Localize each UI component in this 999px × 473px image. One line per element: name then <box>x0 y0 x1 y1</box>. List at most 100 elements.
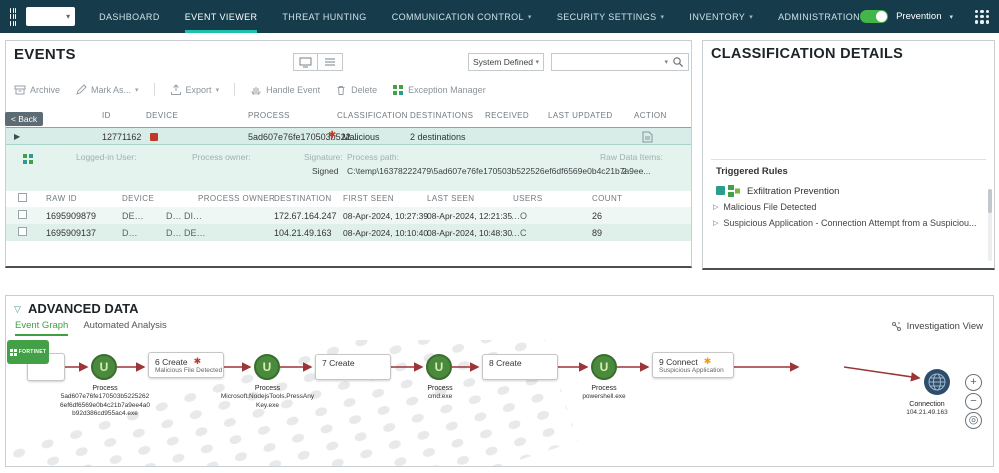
events-table-header: ID DEVICE PROCESS CLASSIFICATION DESTINA… <box>6 111 691 127</box>
tab-event-graph[interactable]: Event Graph <box>15 320 69 336</box>
connection-node[interactable] <box>924 369 950 395</box>
col-id[interactable]: ID <box>102 111 111 120</box>
row-checkbox[interactable] <box>18 210 27 219</box>
raw-device: DE… <box>122 211 144 221</box>
rule-group-label: Exfiltration Prevention <box>747 185 840 197</box>
raw-destination: 104.21.49.163 <box>274 228 332 238</box>
zoom-out-button[interactable]: − <box>965 393 982 410</box>
col-action[interactable]: ACTION <box>634 111 667 120</box>
raw-id: 1695909137 <box>46 228 97 238</box>
pencil-icon <box>76 83 87 95</box>
raw-users: …C <box>511 228 527 238</box>
malicious-icon: ✱ <box>193 356 202 366</box>
app-logo-icon[interactable] <box>10 7 17 26</box>
tab-automated-analysis[interactable]: Automated Analysis <box>83 320 166 336</box>
nav-label: INVENTORY <box>689 11 746 22</box>
process-node[interactable]: U <box>426 354 452 380</box>
back-button[interactable]: < Back <box>5 112 43 126</box>
col-destinations[interactable]: DESTINATIONS <box>410 111 473 120</box>
col-first-seen[interactable]: FIRST SEEN <box>343 194 394 203</box>
logged-in-user-label: Logged-in User: <box>76 152 137 162</box>
collapse-chevron-icon[interactable]: ▽ <box>14 304 21 315</box>
col-last-updated[interactable]: LAST UPDATED <box>548 111 613 120</box>
col-classification[interactable]: CLASSIFICATION <box>337 111 408 120</box>
prevention-mode-toggle[interactable] <box>860 10 889 23</box>
handle-event-button[interactable]: Handle Event <box>250 84 320 96</box>
col-process[interactable]: PROCESS <box>248 111 290 120</box>
col-received[interactable]: RECEIVED <box>485 111 529 120</box>
process-node[interactable]: U <box>591 354 617 380</box>
main-nav: DASHBOARD EVENT VIEWER THREAT HUNTING CO… <box>99 0 860 33</box>
device-view-button[interactable] <box>293 53 318 71</box>
connection-node-label: Connection 104.21.49.163 <box>906 401 948 417</box>
nav-label: COMMUNICATION CONTROL <box>391 11 524 22</box>
chevron-down-icon[interactable]: ▾ <box>949 13 953 21</box>
archive-button[interactable]: Archive <box>14 84 60 96</box>
col-last-seen[interactable]: LAST SEEN <box>427 194 474 203</box>
action-node-create-7[interactable]: 7 Create <box>315 354 391 380</box>
search-icon[interactable] <box>672 56 684 68</box>
investigation-view-button[interactable]: Investigation View <box>891 321 983 332</box>
nav-inventory[interactable]: INVENTORY ▾ <box>689 0 753 33</box>
process-node-label: Process cmd.exe <box>427 385 453 401</box>
action-node-create-6[interactable]: 6 Create ✱ Malicious File Detected <box>148 352 224 378</box>
fortiedr-console: ▾ DASHBOARD EVENT VIEWER THREAT HUNTING … <box>0 0 999 473</box>
search-input[interactable] <box>556 57 665 67</box>
col-raw-id[interactable]: RAW ID <box>46 194 77 203</box>
row-expander-icon[interactable]: ▶ <box>14 132 20 141</box>
col-device[interactable]: DEVICE <box>146 111 178 120</box>
nav-communication-control[interactable]: COMMUNICATION CONTROL ▾ <box>392 0 532 33</box>
raw-users: …O <box>511 211 528 221</box>
delete-button[interactable]: Delete <box>335 84 377 96</box>
col-destination[interactable]: DESTINATION <box>274 194 332 203</box>
action-node-create-8[interactable]: 8 Create <box>482 354 558 380</box>
rule-item[interactable]: ▷ Malicious File Detected <box>713 202 985 212</box>
investigation-label: Investigation View <box>906 321 983 332</box>
rule-group-item[interactable]: Exfiltration Prevention <box>715 184 839 198</box>
raw-id: 1695909879 <box>46 211 97 221</box>
fortinet-badge[interactable]: FORTINET <box>7 340 49 364</box>
organization-select[interactable]: ▾ <box>26 7 76 26</box>
list-view-button[interactable] <box>318 53 343 71</box>
col-count[interactable]: COUNT <box>592 194 622 203</box>
raw-data-row[interactable]: 1695909879 DE… D… DI… 172.67.164.247 08-… <box>6 207 691 224</box>
raw-count: 26 <box>592 211 603 221</box>
row-checkbox[interactable] <box>18 227 27 236</box>
trash-icon <box>337 85 345 95</box>
select-all-checkbox[interactable] <box>18 193 27 202</box>
nav-security-settings[interactable]: SECURITY SETTINGS ▾ <box>557 0 665 33</box>
mark-as-button[interactable]: Mark As... ▾ <box>75 83 139 96</box>
archive-icon <box>14 85 26 94</box>
chevron-down-icon[interactable]: ▾ <box>664 58 668 66</box>
expand-caret-icon[interactable]: ▷ <box>713 219 718 227</box>
nav-dashboard[interactable]: DASHBOARD <box>99 0 160 33</box>
zoom-in-button[interactable]: + <box>965 374 982 391</box>
event-filter-select[interactable]: System Defined ▾ <box>468 53 544 71</box>
zoom-reset-button[interactable]: ◎ <box>965 412 982 429</box>
col-raw-device[interactable]: DEVICE <box>122 194 154 203</box>
action-node-connect-9[interactable]: 9 Connect ✱ Suspicious Application <box>652 352 734 378</box>
nav-administration[interactable]: ADMINISTRATION <box>778 0 860 33</box>
process-node[interactable]: U <box>91 354 117 380</box>
scrollbar[interactable] <box>988 189 992 261</box>
chevron-down-icon: ▾ <box>535 59 539 66</box>
rule-item[interactable]: ▷ Suspicious Application - Connection At… <box>713 218 985 228</box>
nav-threat-hunting[interactable]: THREAT HUNTING <box>282 0 366 33</box>
exception-manager-button[interactable]: Exception Manager <box>392 84 486 96</box>
rule-label: Suspicious Application - Connection Atte… <box>723 218 977 228</box>
process-node[interactable]: U <box>254 354 280 380</box>
event-row[interactable]: ▶ 12771162 5ad607e76fe170503b522... ✱ Ma… <box>6 127 691 145</box>
raw-data-row[interactable]: 1695909137 D… D… DE… 104.21.49.163 08-Ap… <box>6 224 691 241</box>
col-users[interactable]: USERS <box>513 194 543 203</box>
apps-grid-icon[interactable] <box>975 9 989 24</box>
expand-caret-icon[interactable]: ▷ <box>713 203 718 211</box>
col-process-owner[interactable]: PROCESS OWNER <box>198 194 275 203</box>
nav-event-viewer[interactable]: EVENT VIEWER <box>185 0 258 33</box>
event-graph-canvas[interactable]: U Process 5ad607e76fe170503b52252626ef6d… <box>7 340 993 466</box>
chevron-down-icon: ▾ <box>66 12 71 21</box>
raw-table-header: RAW ID DEVICE PROCESS OWNER DESTINATION … <box>6 191 691 207</box>
export-button[interactable]: Export ▾ <box>170 83 219 96</box>
raw-process-owner: D… DI… <box>166 211 202 221</box>
export-icon <box>170 83 181 95</box>
action-icon[interactable] <box>642 131 653 143</box>
